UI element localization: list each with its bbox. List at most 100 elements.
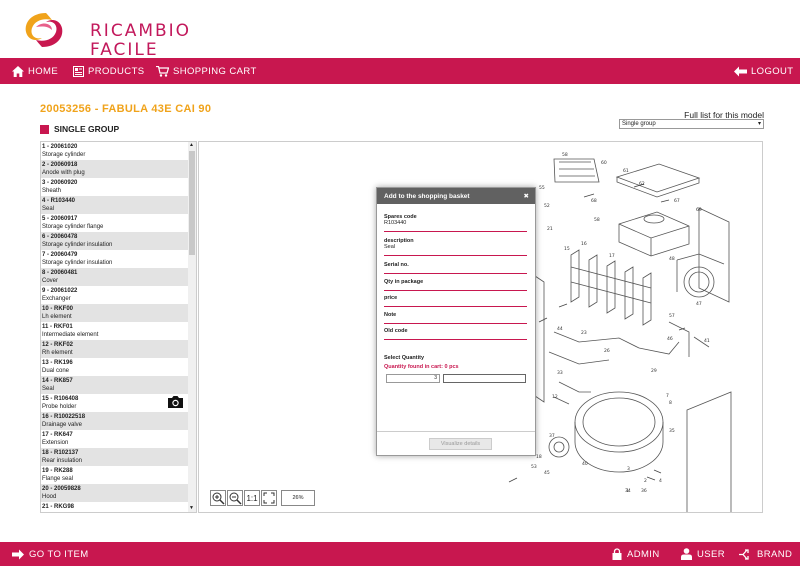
svg-text:58: 58	[562, 152, 568, 158]
svg-text:67: 67	[674, 198, 680, 204]
dialog-field-divider	[384, 255, 527, 256]
nav-shopping-cart[interactable]: SHOPPING CART	[156, 58, 257, 84]
go-to-item-button[interactable]: GO TO ITEM	[12, 542, 89, 566]
admin-button[interactable]: ADMIN	[612, 542, 660, 566]
scroll-up-icon[interactable]: ▲	[189, 142, 194, 149]
svg-text:62: 62	[639, 181, 645, 187]
logo-swirl-icon	[25, 13, 63, 47]
list-item[interactable]: 11 - RKF01 Intermediate element	[41, 322, 188, 340]
dialog-field-divider	[384, 306, 527, 307]
part-description: Storage cylinder flange	[42, 223, 104, 230]
part-code: 9 - 20061022	[42, 288, 78, 294]
list-item[interactable]: 8 - 20060481 Cover	[41, 268, 188, 286]
part-code: 11 - RKF01	[42, 324, 73, 330]
svg-text:23: 23	[581, 330, 587, 336]
zoom-out-button[interactable]	[227, 490, 243, 506]
svg-text:57: 57	[669, 313, 675, 319]
part-code: 1 - 20061020	[42, 144, 78, 150]
svg-text:17: 17	[609, 253, 615, 259]
svg-text:36: 36	[641, 488, 647, 494]
nav-logout-label: LOGOUT	[751, 65, 794, 77]
brand-button[interactable]: BRAND	[739, 542, 792, 566]
svg-text:37: 37	[549, 433, 555, 439]
svg-text:18: 18	[536, 454, 542, 460]
zoom-in-button[interactable]	[210, 490, 226, 506]
visualize-details-button[interactable]: Visualize details	[429, 438, 492, 450]
user-icon	[681, 548, 692, 560]
home-icon	[12, 65, 24, 77]
quantity-note-input[interactable]	[443, 374, 526, 383]
list-item[interactable]: 2 - 20060918 Anode with plug	[41, 160, 188, 178]
part-description: Dual cone	[42, 367, 70, 374]
part-code: 2 - 20060918	[42, 162, 78, 168]
dialog-field-value: Seal	[384, 244, 396, 250]
list-item[interactable]: 3 - 20060920 Sheath	[41, 178, 188, 196]
list-item[interactable]: 18 - R102137 Rear insulation	[41, 448, 188, 466]
list-item[interactable]: 10 - RKF00 Lh element	[41, 304, 188, 322]
scroll-down-icon[interactable]: ▼	[189, 505, 194, 512]
parts-list[interactable]: 1 - 20061020 Storage cylinder 2 - 20060918…	[40, 141, 197, 513]
dialog-field: description Seal	[384, 238, 527, 256]
dialog-field-divider	[384, 339, 527, 340]
svg-text:16: 16	[581, 241, 587, 247]
part-description: Seal	[42, 205, 55, 212]
zoom-one-to-one-button[interactable]: 1:1	[244, 490, 260, 506]
svg-text:34: 34	[625, 488, 631, 494]
part-description: Cover	[42, 277, 59, 284]
nav-products[interactable]: PRODUCTS	[73, 58, 145, 84]
svg-text:53: 53	[531, 464, 537, 470]
brand-label: BRAND	[757, 548, 793, 560]
page-title: 20053256 - FABULA 43E CAI 90	[40, 103, 212, 115]
list-item[interactable]: 21 - RKG98 Flue gas hood insulation	[41, 502, 188, 513]
list-item[interactable]: 1 - 20061020 Storage cylinder	[41, 142, 188, 160]
list-item[interactable]: 16 - R10022518 Drainage valve	[41, 412, 188, 430]
list-item[interactable]: 17 - RK647 Extension	[41, 430, 188, 448]
list-item[interactable]: 9 - 20061022 Exchanger	[41, 286, 188, 304]
svg-text:4: 4	[659, 478, 662, 484]
part-code: 5 - 20060917	[42, 216, 78, 222]
dialog-field: Qty in package	[384, 279, 527, 291]
list-item[interactable]: 7 - 20060479 Storage cylinder insulation	[41, 250, 188, 268]
list-item[interactable]: 6 - 20060478 Storage cylinder insulation	[41, 232, 188, 250]
list-scrollbar[interactable]: ▲ ▼	[188, 142, 196, 512]
svg-text:7: 7	[666, 393, 669, 399]
part-description: Seal	[42, 385, 55, 392]
brand-logo[interactable]: RICAMBIO FACILE	[22, 10, 189, 60]
select-quantity-label: Select Quantity	[384, 355, 425, 361]
part-code: 4 - R103440	[42, 198, 76, 204]
svg-text:61: 61	[623, 168, 629, 174]
zoom-percent: 26%	[281, 490, 315, 506]
bottom-bar: GO TO ITEM ADMIN USER BRAND	[0, 542, 800, 566]
list-item[interactable]: 12 - RKF02 Rh element	[41, 340, 188, 358]
close-icon[interactable]: ✖	[524, 192, 529, 200]
nav-home[interactable]: HOME	[12, 58, 58, 84]
zoom-in-icon	[212, 492, 225, 505]
list-item[interactable]: 5 - 20060917 Storage cylinder flange	[41, 214, 188, 232]
dialog-field-label: Old code	[384, 328, 408, 334]
nav-home-label: HOME	[28, 65, 59, 77]
part-code: 12 - RKF02	[42, 342, 74, 348]
list-item[interactable]: 15 - R106408 Probe holder	[41, 394, 188, 412]
svg-text:52: 52	[544, 203, 550, 209]
part-description: Sheath	[42, 187, 62, 194]
list-item[interactable]: 4 - R103440 Seal	[41, 196, 188, 214]
go-to-item-label: GO TO ITEM	[29, 548, 89, 560]
part-description: Storage cylinder insulation	[42, 241, 113, 248]
part-code: 13 - RK196	[42, 360, 73, 366]
zoom-controls: 1:1 26%	[210, 490, 315, 506]
camera-icon[interactable]	[167, 395, 184, 409]
user-button[interactable]: USER	[681, 542, 725, 566]
list-scroll-thumb[interactable]	[189, 151, 195, 255]
list-item[interactable]: 13 - RK196 Dual cone	[41, 358, 188, 376]
quantity-input[interactable]: 3	[386, 374, 440, 383]
list-item[interactable]: 20 - 20059828 Hood	[41, 484, 188, 502]
svg-text:29: 29	[651, 368, 657, 374]
list-item[interactable]: 19 - RK288 Flange seal	[41, 466, 188, 484]
list-item[interactable]: 14 - RK857 Seal	[41, 376, 188, 394]
nav-logout[interactable]: LOGOUT	[734, 58, 794, 84]
zoom-fit-button[interactable]	[261, 490, 277, 506]
share-icon	[739, 548, 749, 560]
part-description: Flue gas hood insulation	[42, 512, 188, 513]
svg-text:48: 48	[669, 256, 675, 262]
group-select[interactable]: Single group ▾	[619, 119, 764, 129]
